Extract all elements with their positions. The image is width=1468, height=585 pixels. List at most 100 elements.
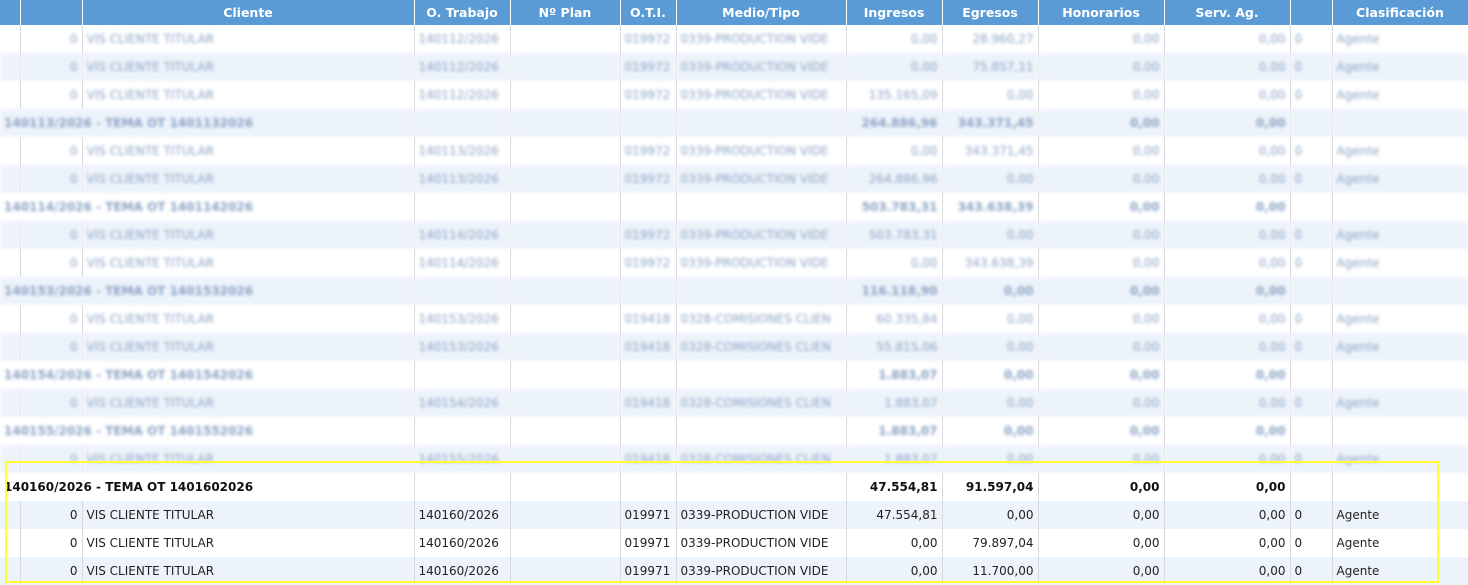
group-title-cell: 140155/2026 - TEMA OT 1401552026 — [0, 417, 415, 445]
cell-serv-ag: 0,00 — [1164, 53, 1291, 81]
cell-flag: 0 — [1290, 305, 1333, 333]
cell-blank — [0, 53, 21, 81]
cell-honorarios: 0,00 — [1038, 361, 1165, 389]
table-row[interactable]: 0 VIS CLIENTE TITULAR 140114/2026 019972 033… — [0, 249, 1468, 277]
cell-clasificacion: Agente — [1332, 529, 1468, 557]
group-row[interactable]: 140154/2026 - TEMA OT 1401542026 1.883,07… — [0, 361, 1468, 389]
cell-blank — [0, 137, 21, 165]
cell-egresos: 0,00 — [942, 389, 1039, 417]
cell-o-trabajo: 140114/2026 — [414, 249, 511, 277]
table-row[interactable]: 0 VIS CLIENTE TITULAR 140114/2026 019972 033… — [0, 221, 1468, 249]
cell-flag: 0 — [1290, 25, 1333, 53]
cell-oti: 019972 — [620, 25, 677, 53]
cell-o-trabajo: 140160/2026 — [414, 529, 511, 557]
group-row[interactable]: 140160/2026 - TEMA OT 1401602026 47.554,8… — [0, 473, 1468, 501]
group-row[interactable]: 140155/2026 - TEMA OT 1401552026 1.883,07… — [0, 417, 1468, 445]
cell-serv-ag: 0,00 — [1164, 445, 1291, 473]
cell-cliente: VIS CLIENTE TITULAR — [82, 333, 415, 361]
cell-cliente: VIS CLIENTE TITULAR — [82, 501, 415, 529]
cell-serv-ag: 0,00 — [1164, 165, 1291, 193]
table-row[interactable]: 0 VIS CLIENTE TITULAR 140160/2026 019971 033… — [0, 529, 1468, 557]
cell-cliente: VIS CLIENTE TITULAR — [82, 221, 415, 249]
cell-index: 0 — [20, 501, 83, 529]
col-n-plan-header[interactable]: Nº Plan — [510, 0, 621, 25]
cell-medio-tipo: 0339-PRODUCTION VIDE — [676, 249, 847, 277]
cell-ingresos: 503.783,31 — [846, 193, 943, 221]
table-row[interactable]: 0 VIS CLIENTE TITULAR 140153/2026 019418 032… — [0, 333, 1468, 361]
cell-honorarios: 0,00 — [1038, 417, 1165, 445]
cell-n-plan — [510, 333, 621, 361]
cell-medio-tipo: 0328-COMISIONES CLIEN — [676, 305, 847, 333]
col-oti-header[interactable]: O.T.I. — [620, 0, 677, 25]
table-row[interactable]: 0 VIS CLIENTE TITULAR 140113/2026 019972 033… — [0, 165, 1468, 193]
cell-serv-ag: 0,00 — [1164, 109, 1291, 137]
cell-blank — [0, 305, 21, 333]
cell-serv-ag: 0,00 — [1164, 473, 1291, 501]
cell-o-trabajo: 140112/2026 — [414, 53, 511, 81]
col-egresos-header[interactable]: Egresos — [942, 0, 1039, 25]
cell-serv-ag: 0,00 — [1164, 81, 1291, 109]
cell-blank — [0, 221, 21, 249]
cell-ingresos: 0,00 — [846, 249, 943, 277]
cell-medio-tipo — [676, 109, 847, 137]
cell-index: 0 — [20, 557, 83, 585]
cell-clasificacion: Agente — [1332, 221, 1468, 249]
cell-oti — [620, 277, 677, 305]
cell-medio-tipo: 0339-PRODUCTION VIDE — [676, 25, 847, 53]
cell-oti: 019418 — [620, 389, 677, 417]
cell-ingresos: 47.554,81 — [846, 501, 943, 529]
cell-medio-tipo: 0328-COMISIONES CLIEN — [676, 389, 847, 417]
col-blank-1-header[interactable] — [0, 0, 21, 25]
table-row[interactable]: 0 VIS CLIENTE TITULAR 140113/2026 019972 033… — [0, 137, 1468, 165]
col-ingresos-header[interactable]: Ingresos — [846, 0, 943, 25]
table-row[interactable]: 0 VIS CLIENTE TITULAR 140154/2026 019418 032… — [0, 389, 1468, 417]
cell-blank — [0, 445, 21, 473]
cell-flag: 0 — [1290, 445, 1333, 473]
cell-honorarios: 0,00 — [1038, 193, 1165, 221]
table-row[interactable]: 0 VIS CLIENTE TITULAR 140112/2026 019972 033… — [0, 81, 1468, 109]
col-honorarios-header[interactable]: Honorarios — [1038, 0, 1165, 25]
table-row[interactable]: 0 VIS CLIENTE TITULAR 140112/2026 019972 033… — [0, 53, 1468, 81]
cell-index: 0 — [20, 389, 83, 417]
cell-clasificacion: Agente — [1332, 137, 1468, 165]
cell-ingresos: 1.883,07 — [846, 361, 943, 389]
cell-index: 0 — [20, 333, 83, 361]
cell-n-plan — [510, 109, 621, 137]
cell-n-plan — [510, 557, 621, 585]
cell-ingresos: 0,00 — [846, 557, 943, 585]
cell-cliente: VIS CLIENTE TITULAR — [82, 165, 415, 193]
cell-ingresos: 55.815,06 — [846, 333, 943, 361]
group-row[interactable]: 140153/2026 - TEMA OT 1401532026 116.118,… — [0, 277, 1468, 305]
group-row[interactable]: 140113/2026 - TEMA OT 1401132026 264.886,… — [0, 109, 1468, 137]
cell-clasificacion: Agente — [1332, 305, 1468, 333]
cell-clasificacion: Agente — [1332, 53, 1468, 81]
col-clasificacion-header[interactable]: Clasificación — [1332, 0, 1468, 25]
cell-egresos: 0,00 — [942, 81, 1039, 109]
col-serv-ag-header[interactable]: Serv. Ag. — [1164, 0, 1291, 25]
col-o-trabajo-header[interactable]: O. Trabajo — [414, 0, 511, 25]
table-row[interactable]: 0 VIS CLIENTE TITULAR 140160/2026 019971 033… — [0, 501, 1468, 529]
cell-egresos: 0,00 — [942, 417, 1039, 445]
cell-honorarios: 0,00 — [1038, 109, 1165, 137]
cell-cliente: VIS CLIENTE TITULAR — [82, 249, 415, 277]
group-row[interactable]: 140114/2026 - TEMA OT 1401142026 503.783,… — [0, 193, 1468, 221]
col-medio-tipo-header[interactable]: Medio/Tipo — [676, 0, 847, 25]
cell-cliente: VIS CLIENTE TITULAR — [82, 81, 415, 109]
table-row[interactable]: 0 VIS CLIENTE TITULAR 140112/2026 019972 033… — [0, 25, 1468, 53]
cell-serv-ag: 0,00 — [1164, 529, 1291, 557]
cell-n-plan — [510, 137, 621, 165]
table-row[interactable]: 0 VIS CLIENTE TITULAR 140153/2026 019418 032… — [0, 305, 1468, 333]
group-title-cell: 140114/2026 - TEMA OT 1401142026 — [0, 193, 415, 221]
cell-blank — [1290, 417, 1333, 445]
cell-honorarios: 0,00 — [1038, 389, 1165, 417]
cell-serv-ag: 0,00 — [1164, 25, 1291, 53]
cell-index: 0 — [20, 249, 83, 277]
cell-honorarios: 0,00 — [1038, 221, 1165, 249]
cell-n-plan — [510, 25, 621, 53]
cell-honorarios: 0,00 — [1038, 137, 1165, 165]
table-row[interactable]: 0 VIS CLIENTE TITULAR 140160/2026 019971 033… — [0, 557, 1468, 585]
col-blank-2-header[interactable] — [20, 0, 83, 25]
col-blank-3-header[interactable] — [1290, 0, 1333, 25]
table-row[interactable]: 0 VIS CLIENTE TITULAR 140155/2026 019418 032… — [0, 445, 1468, 473]
col-cliente-header[interactable]: Cliente — [82, 0, 415, 25]
